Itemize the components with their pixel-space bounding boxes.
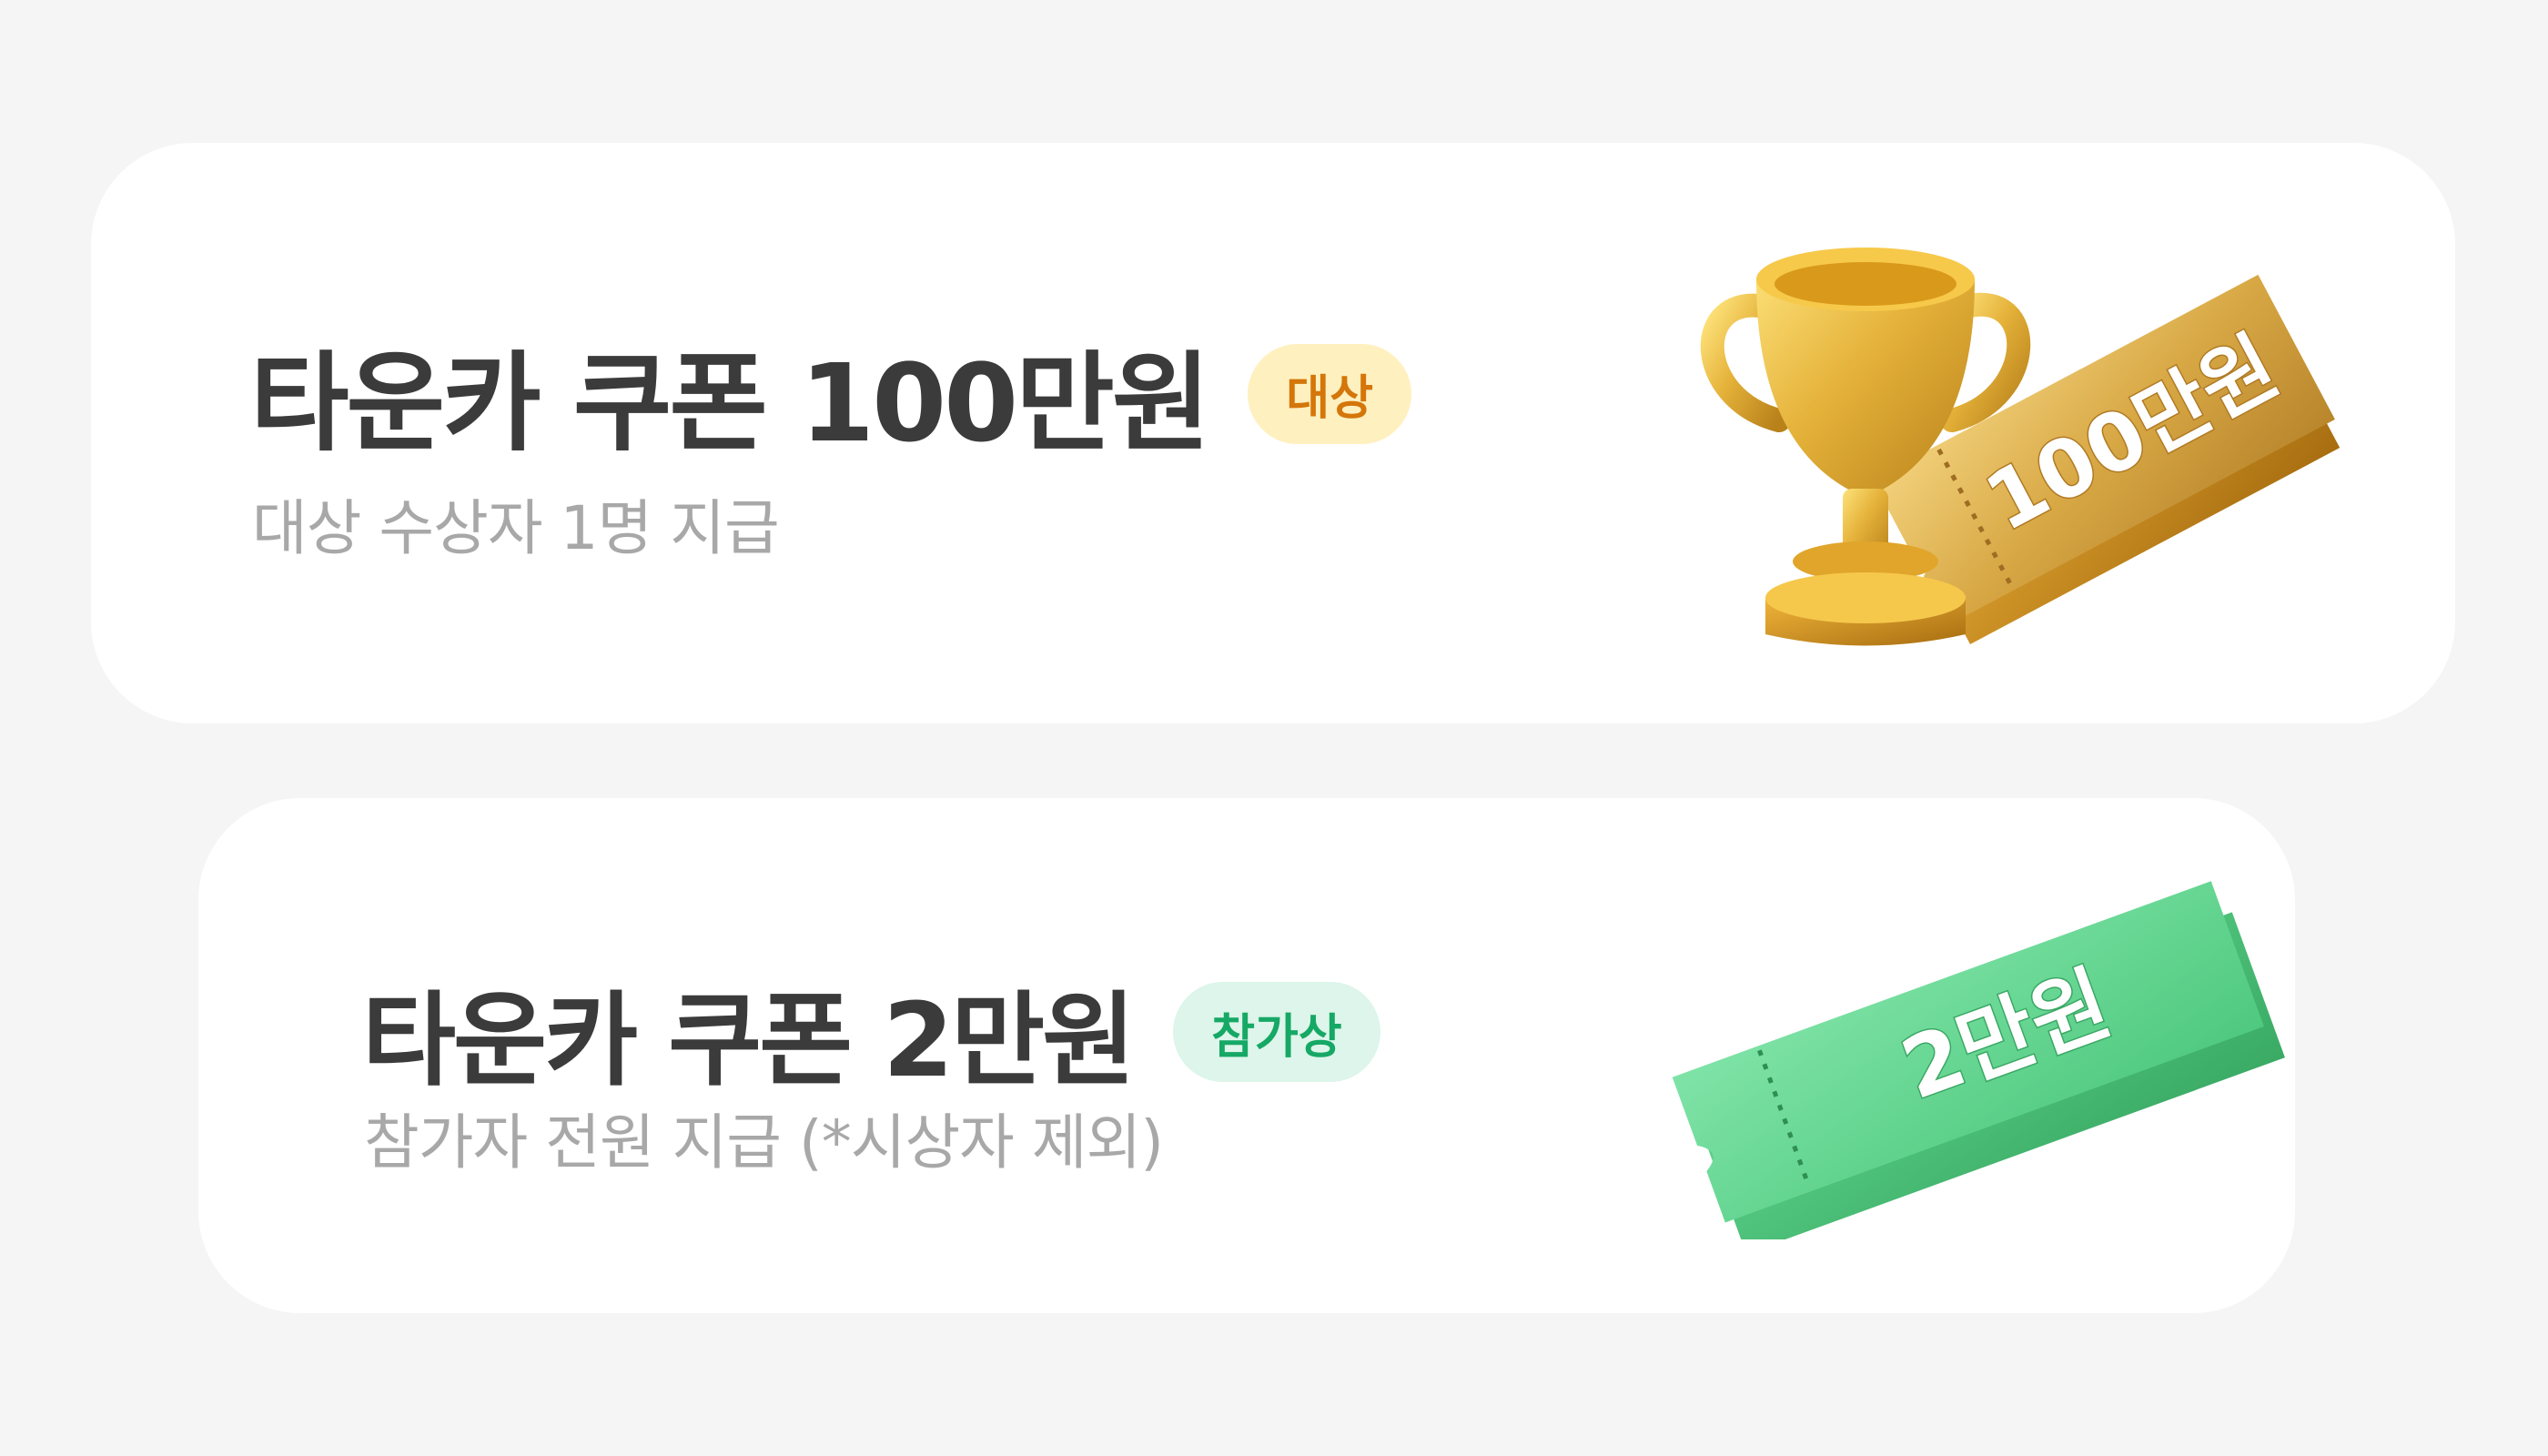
participation-prize-badge: 참가상 — [1173, 982, 1380, 1082]
green-ticket-icon: 2만원 — [1672, 881, 2285, 1239]
grand-prize-card: 타운카 쿠폰 100만원 대상 대상 수상자 1명 지급 100만원 — [91, 143, 2455, 723]
participation-prize-title: 타운카 쿠폰 2만원 — [362, 982, 1136, 1100]
grand-prize-badge: 대상 — [1248, 343, 1412, 444]
participation-prize-subtitle: 참가자 전원 지급 (*시상자 제외) — [364, 1107, 1164, 1178]
grand-prize-title: 타운카 쿠폰 100만원 — [250, 340, 1210, 466]
participation-prize-card: 타운카 쿠폰 2만원 참가상 참가자 전원 지급 (*시상자 제외) 2만원 — [198, 798, 2295, 1313]
trophy-and-ticket-illustration: 100만원 — [1700, 248, 2341, 646]
grand-prize-subtitle: 대상 수상자 1명 지급 — [252, 493, 780, 563]
grand-prize-title-row: 타운카 쿠폰 100만원 대상 — [250, 316, 1412, 471]
participation-prize-title-row: 타운카 쿠폰 2만원 참가상 — [362, 958, 1380, 1106]
